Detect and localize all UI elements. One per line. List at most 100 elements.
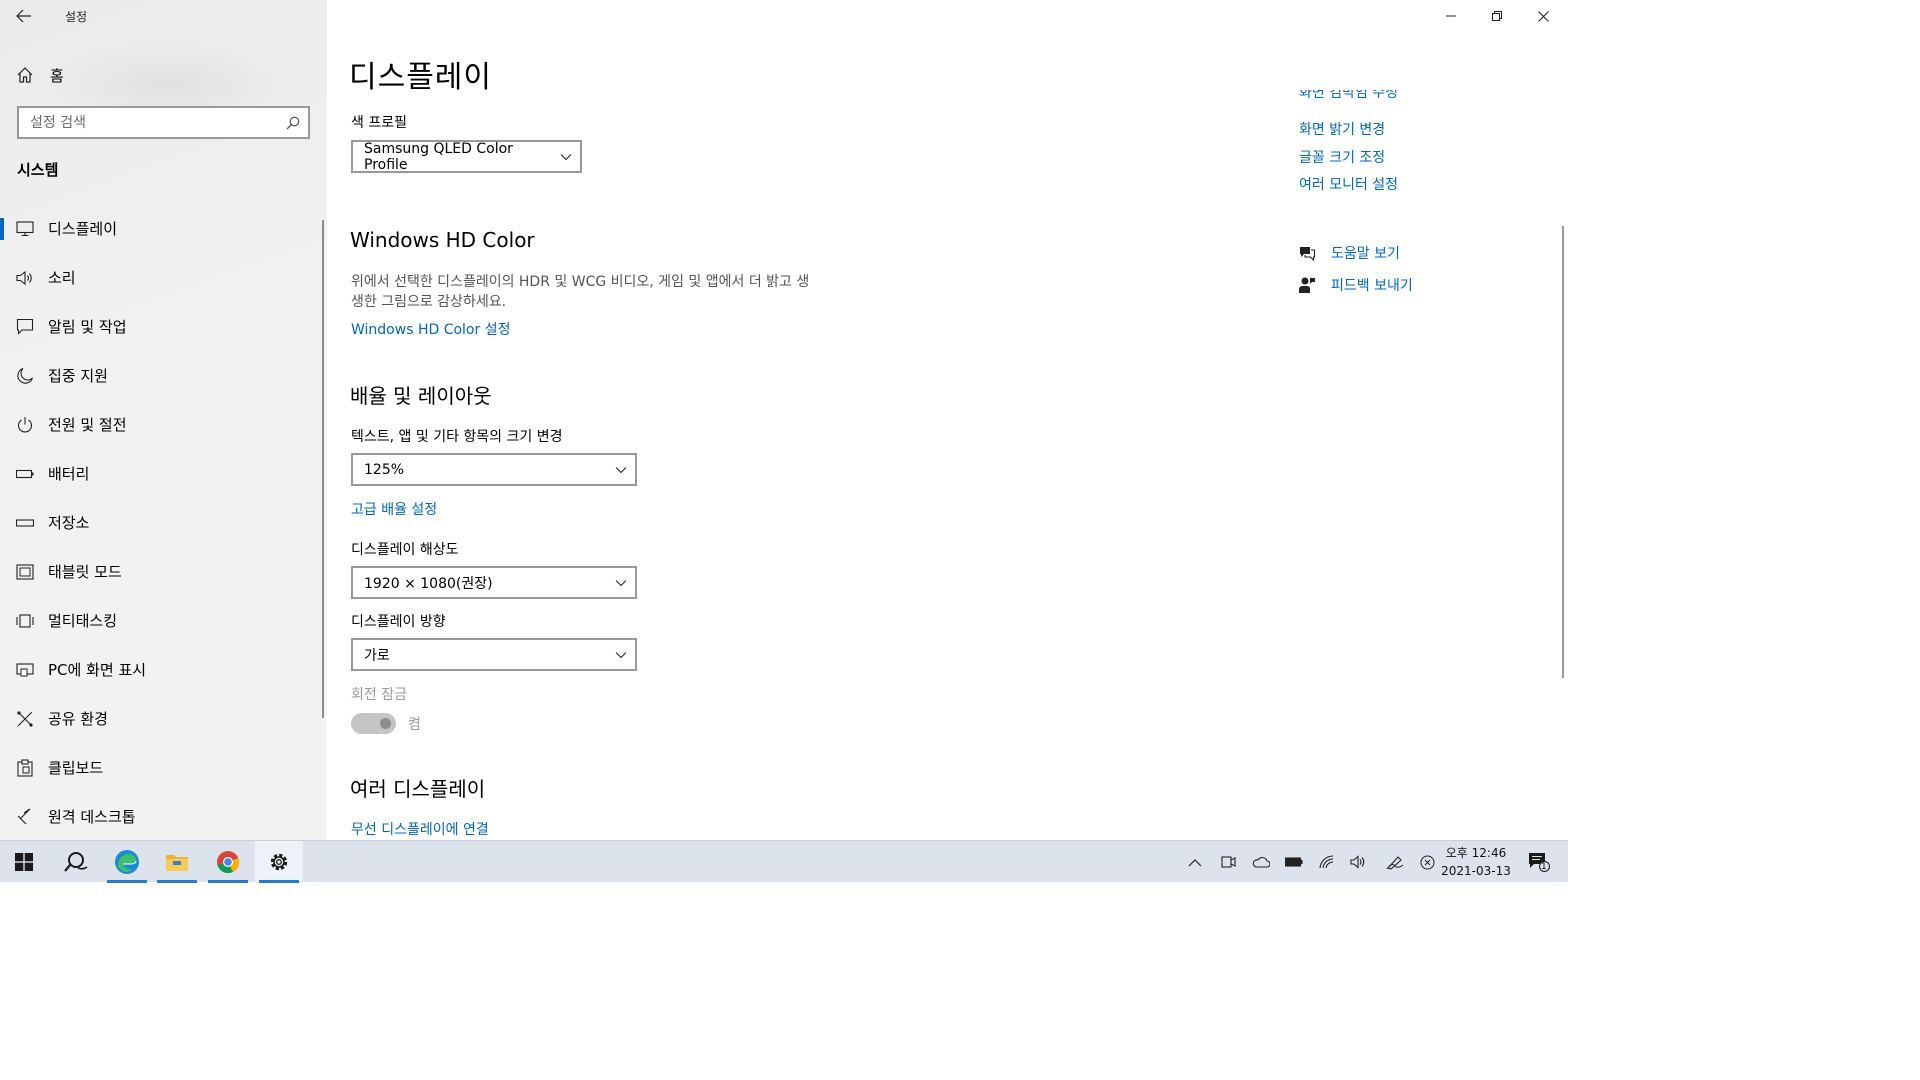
settings-app-button[interactable]	[255, 841, 303, 883]
rotation-lock-label: 회전 잠금	[351, 687, 407, 703]
taskbar: 오후 12:46 2021-03-13 1	[0, 840, 1568, 883]
pen-menu-button[interactable]	[1380, 841, 1410, 883]
sidebar-item-power-sleep[interactable]: 전원 및 절전	[0, 400, 320, 449]
network-button[interactable]	[1312, 841, 1342, 883]
give-feedback-label: 피드백 보내기	[1331, 278, 1413, 294]
gear-icon	[270, 853, 288, 871]
brightness-link[interactable]: 화면 밝기 변경	[1299, 119, 1385, 139]
hd-color-settings-link[interactable]: Windows HD Color 설정	[351, 319, 510, 339]
resolution-dropdown[interactable]: 1920 × 1080(권장)	[351, 566, 637, 599]
rotation-lock-toggle[interactable]	[351, 713, 396, 734]
restore-icon	[1492, 11, 1502, 21]
action-center-button[interactable]: 1	[1521, 841, 1557, 883]
meet-now-icon	[1221, 856, 1236, 868]
sidebar-item-focus-assist[interactable]: 집중 지원	[0, 351, 320, 400]
sidebar-item-label: 저장소	[48, 514, 90, 532]
restore-button[interactable]	[1474, 0, 1520, 32]
message-icon	[16, 318, 34, 336]
file-explorer-app-button[interactable]	[153, 841, 201, 883]
related-link-partial[interactable]: 화면 검박임 수정	[1299, 90, 1499, 107]
main-scrollbar[interactable]	[1562, 226, 1564, 678]
chevron-down-icon	[615, 651, 627, 658]
sidebar-item-notifications[interactable]: 알림 및 작업	[0, 302, 320, 351]
sidebar-scrollbar[interactable]	[322, 220, 324, 718]
wireless-display-link[interactable]: 무선 디스플레이에 연결	[351, 819, 489, 839]
sidebar-item-display[interactable]: 디스플레이	[0, 204, 320, 253]
search-button[interactable]	[52, 841, 100, 883]
hd-color-heading: Windows HD Color	[350, 228, 535, 252]
sidebar-item-label: 태블릿 모드	[48, 563, 122, 581]
edge-app-button[interactable]	[103, 841, 151, 883]
sidebar-item-label: 클립보드	[48, 759, 104, 777]
rotation-lock-state: 켬	[408, 717, 421, 733]
sidebar-item-label: 멀티태스킹	[48, 612, 118, 630]
section-title: 시스템	[17, 161, 59, 179]
back-arrow-icon	[16, 9, 31, 23]
orientation-label: 디스플레이 방향	[351, 614, 446, 630]
search-input[interactable]	[30, 114, 286, 131]
orientation-dropdown[interactable]: 가로	[351, 638, 637, 671]
taskbar-clock[interactable]: 오후 12:46 2021-03-13	[1438, 844, 1514, 880]
chevron-up-icon	[1188, 858, 1202, 866]
pen-icon	[1386, 856, 1404, 870]
battery-icon	[1285, 857, 1303, 867]
sidebar-item-remote-desktop[interactable]: 원격 데스크톱	[0, 792, 320, 841]
get-help-link[interactable]: 도움말 보기	[1298, 243, 1400, 263]
advanced-scaling-link[interactable]: 고급 배율 설정	[351, 499, 437, 519]
give-feedback-link[interactable]: 피드백 보내기	[1298, 275, 1413, 295]
scale-dropdown[interactable]: 125%	[351, 453, 637, 486]
multi-monitor-link[interactable]: 여러 모니터 설정	[1299, 174, 1398, 194]
tray-app-icon[interactable]	[1213, 841, 1243, 883]
sidebar-item-battery[interactable]: 배터리	[0, 449, 320, 498]
clock-time: 오후 12:46	[1445, 846, 1507, 860]
show-hidden-icons-button[interactable]	[1180, 841, 1210, 883]
speaker-icon	[16, 269, 34, 287]
sidebar-item-label: 배터리	[48, 465, 90, 483]
chrome-app-button[interactable]	[204, 841, 252, 883]
back-button[interactable]	[10, 4, 38, 28]
drive-icon	[16, 514, 34, 532]
windows-logo-icon	[15, 853, 33, 871]
sidebar-item-clipboard[interactable]: 클립보드	[0, 743, 320, 792]
chevron-down-icon	[615, 466, 627, 473]
minimize-icon	[1446, 15, 1456, 17]
start-button[interactable]	[0, 841, 48, 883]
remote-icon	[16, 808, 34, 826]
page-title: 디스플레이	[349, 60, 492, 95]
settings-search-box[interactable]	[17, 106, 310, 139]
tablet-icon	[16, 563, 34, 581]
battery-status-button[interactable]	[1279, 841, 1309, 883]
sidebar-item-label: 전원 및 절전	[48, 416, 127, 434]
chrome-icon	[217, 851, 240, 874]
orientation-value: 가로	[364, 647, 390, 664]
font-size-link[interactable]: 글꼴 크기 조정	[1299, 147, 1385, 167]
sidebar-item-multitasking[interactable]: 멀티태스킹	[0, 596, 320, 645]
monitor-icon	[16, 220, 34, 238]
color-profile-dropdown[interactable]: Samsung QLED Color Profile	[351, 140, 582, 173]
sidebar-item-label: PC에 화면 표시	[48, 661, 147, 679]
chevron-down-icon	[560, 153, 572, 160]
sidebar-item-shared-experiences[interactable]: 공유 환경	[0, 694, 320, 743]
sidebar-item-label: 집중 지원	[48, 367, 108, 385]
sidebar-item-storage[interactable]: 저장소	[0, 498, 320, 547]
minimize-button[interactable]	[1428, 0, 1474, 32]
hd-color-description: 위에서 선택한 디스플레이의 HDR 및 WCG 비디오, 게임 및 앱에서 더…	[351, 274, 810, 310]
sidebar-item-tablet-mode[interactable]: 태블릿 모드	[0, 547, 320, 596]
close-icon	[1537, 10, 1549, 22]
chevron-down-icon	[615, 579, 627, 586]
battery-icon	[16, 465, 34, 483]
sidebar-nav: 디스플레이 소리 알림 및 작업 집중 지원 전원 및 절전 배터리 저장소 태…	[0, 204, 320, 841]
share-icon	[16, 710, 34, 728]
onedrive-button[interactable]	[1246, 841, 1276, 883]
sidebar-item-sound[interactable]: 소리	[0, 253, 320, 302]
close-button[interactable]	[1520, 0, 1566, 32]
sidebar-item-project-to-pc[interactable]: PC에 화면 표시	[0, 645, 320, 694]
multi-display-heading: 여러 디스플레이	[350, 777, 486, 801]
help-icon	[1300, 246, 1316, 261]
moon-icon	[16, 367, 34, 385]
home-icon	[17, 67, 33, 83]
home-link[interactable]: 홈	[16, 62, 64, 88]
volume-button[interactable]	[1343, 841, 1373, 883]
cloud-icon	[1252, 857, 1270, 868]
sidebar-item-label: 디스플레이	[48, 220, 118, 238]
